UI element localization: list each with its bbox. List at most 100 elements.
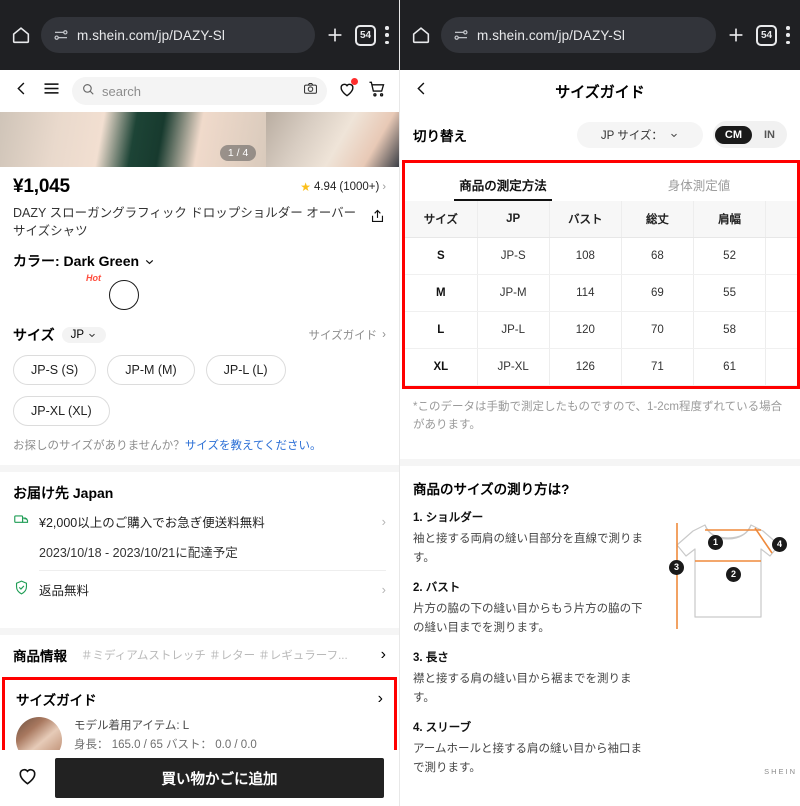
title-row: DAZY スローガングラフィック ドロップショルダー オーバーサイズシャツ — [13, 204, 386, 240]
section-divider — [400, 458, 800, 466]
cell-cutoff — [765, 311, 797, 349]
cell-length: 69 — [621, 274, 695, 312]
cell-length: 71 — [621, 348, 695, 386]
diagram-marker-2: 2 — [726, 566, 741, 582]
size-guide-card-title: サイズガイド — [16, 693, 97, 709]
step-heading-4: 4. スリーブ — [413, 721, 472, 734]
right-panel-size-guide: m.shein.com/jp/DAZY-Sl 54 サイズガイド 切り替え JP… — [400, 0, 800, 806]
carousel-slide-main[interactable]: 1 / 4 — [0, 112, 267, 167]
region-size-select[interactable]: JP サイズ： — [576, 121, 703, 148]
size-option-xl[interactable]: JP-XL (XL) — [13, 396, 110, 427]
unit-toggle[interactable]: CM IN — [712, 121, 787, 148]
step-heading-2: 2. バスト — [413, 581, 461, 594]
color-swatch-tan-beige[interactable]: Hot — [62, 273, 101, 310]
site-settings-icon[interactable] — [453, 27, 469, 43]
size-guide-header: サイズガイド — [400, 70, 800, 112]
size-region-selector[interactable]: JP — [61, 327, 107, 344]
th-length: 総丈 — [621, 201, 695, 238]
size-option-l[interactable]: JP-L (L) — [205, 355, 286, 386]
rating-block[interactable]: ★ 4.94 (1000+) › — [300, 180, 386, 194]
measurement-tabs[interactable]: 商品の測定方法 身体測定値 — [405, 163, 797, 201]
th-jp: JP — [477, 201, 550, 238]
color-swatch-dusty-rose[interactable] — [203, 280, 233, 310]
color-swatch-list[interactable]: Hot — [13, 273, 386, 311]
rating-value: 4.94 — [313, 181, 337, 193]
table-row: M JP-M 114 69 55 — [405, 274, 797, 312]
unit-option-cm[interactable]: CM — [714, 125, 752, 144]
color-swatch-lavender[interactable] — [156, 280, 186, 310]
size-help-link[interactable]: サイズを教えてください。 — [185, 440, 322, 452]
unit-option-in[interactable]: IN — [754, 126, 785, 144]
chevron-right-icon: › — [381, 581, 386, 597]
product-info-row[interactable]: 商品情報 ＃ミディアムストレッチ ＃レター ＃レギュラーフ... › — [0, 635, 399, 675]
cell-jp: JP-M — [477, 274, 550, 312]
more-vertical-icon[interactable] — [385, 26, 389, 44]
camera-icon[interactable] — [303, 81, 318, 101]
step-heading-3: 3. 長さ — [413, 651, 449, 664]
url-text: m.shein.com/jp/DAZY-Sl — [77, 27, 225, 43]
free-shipping-text: ¥2,000以上のご購入でお急ぎ便送料無料 — [39, 515, 265, 530]
tab-counter[interactable]: 54 — [355, 24, 376, 46]
new-tab-icon[interactable] — [725, 24, 747, 46]
cell-bust: 120 — [549, 311, 622, 349]
address-bar-right[interactable]: m.shein.com/jp/DAZY-Sl — [441, 17, 716, 53]
size-guide-card-header[interactable]: サイズガイド › — [16, 689, 383, 709]
url-text: m.shein.com/jp/DAZY-Sl — [477, 27, 625, 43]
product-info-tags: ＃ミディアムストレッチ ＃レター ＃レギュラーフ... — [81, 650, 348, 663]
how-to-measure-section: 商品のサイズの測り方は? 1. ショルダー 袖と接する両肩の縫い目部分を直線で測… — [400, 466, 800, 778]
cell-size: M — [405, 274, 478, 312]
size-option-m[interactable]: JP-M (M) — [107, 355, 195, 386]
new-tab-icon[interactable] — [324, 24, 346, 46]
free-returns-text: 返品無料 — [39, 583, 90, 598]
shield-check-icon — [13, 579, 30, 599]
wishlist-button[interactable] — [337, 77, 358, 104]
chevron-down-icon — [89, 334, 95, 338]
add-to-cart-button[interactable]: 買い物かごに追加 — [55, 758, 384, 798]
color-label-row[interactable]: カラー: Dark Green — [13, 251, 386, 271]
color-swatch-crimson-rose[interactable] — [15, 280, 45, 310]
product-image-carousel[interactable]: 1 / 4 — [0, 112, 399, 167]
chevron-right-icon: › — [381, 513, 386, 529]
hamburger-icon[interactable] — [41, 78, 62, 104]
carousel-counter: 1 / 4 — [219, 145, 257, 161]
chevron-down-icon — [671, 133, 677, 137]
tab-body-measurements[interactable]: 身体測定値 — [601, 175, 797, 201]
size-header-row: サイズ JP サイズガイド › — [13, 325, 386, 345]
tab-product-measurements[interactable]: 商品の測定方法 — [405, 175, 601, 201]
product-price: ¥1,045 — [13, 176, 70, 197]
step-text-4: アームホールと接する肩の縫い目から袖口まで測ります。 — [413, 742, 642, 774]
size-guide-link[interactable]: サイズガイド › — [309, 327, 387, 343]
back-chevron-icon[interactable] — [12, 79, 31, 103]
chevron-right-icon: › — [380, 646, 386, 664]
cell-bust: 114 — [549, 274, 622, 312]
product-title: DAZY スローガングラフィック ドロップショルダー オーバーサイズシャツ — [13, 206, 357, 239]
share-icon[interactable] — [369, 208, 386, 230]
site-settings-icon[interactable] — [53, 27, 69, 43]
heart-outline-icon[interactable] — [16, 764, 39, 792]
search-input[interactable]: search — [72, 77, 327, 105]
step-heading-1: 1. ショルダー — [413, 511, 484, 524]
cart-icon[interactable] — [367, 79, 387, 104]
home-icon[interactable] — [10, 24, 32, 46]
cell-shoulder: 55 — [693, 274, 767, 312]
color-swatch-dark-green[interactable] — [109, 280, 139, 311]
carousel-slide-next[interactable] — [266, 112, 399, 167]
home-icon[interactable] — [410, 24, 432, 46]
size-option-s[interactable]: JP-S (S) — [13, 355, 97, 386]
step-text-2: 片方の脇の下の縫い目からもう片方の脇の下の縫い目までを測ります。 — [413, 602, 643, 634]
step-text-3: 襟と接する肩の縫い目から裾までを測ります。 — [413, 672, 632, 704]
chevron-down-icon — [145, 259, 154, 264]
free-shipping-row[interactable]: ¥2,000以上のご購入でお急ぎ便送料無料 › — [13, 503, 386, 539]
table-row: L JP-L 120 70 58 — [405, 311, 797, 349]
size-option-list[interactable]: JP-S (S) JP-M (M) JP-L (L) JP-XL (XL) — [13, 355, 386, 427]
th-size: サイズ — [405, 201, 478, 238]
tab-counter[interactable]: 54 — [756, 24, 777, 46]
cell-bust: 126 — [549, 348, 622, 386]
address-bar-left[interactable]: m.shein.com/jp/DAZY-Sl — [41, 17, 315, 53]
size-help-row: お探しのサイズがありませんか？サイズを教えてください。 — [13, 437, 386, 453]
table-header-row: サイズ JP バスト 総丈 肩幅 — [405, 201, 797, 238]
chevron-right-icon: › — [382, 329, 386, 342]
free-returns-row[interactable]: 返品無料 › — [13, 571, 386, 607]
more-vertical-icon[interactable] — [786, 26, 790, 44]
cell-jp: JP-XL — [477, 348, 550, 386]
